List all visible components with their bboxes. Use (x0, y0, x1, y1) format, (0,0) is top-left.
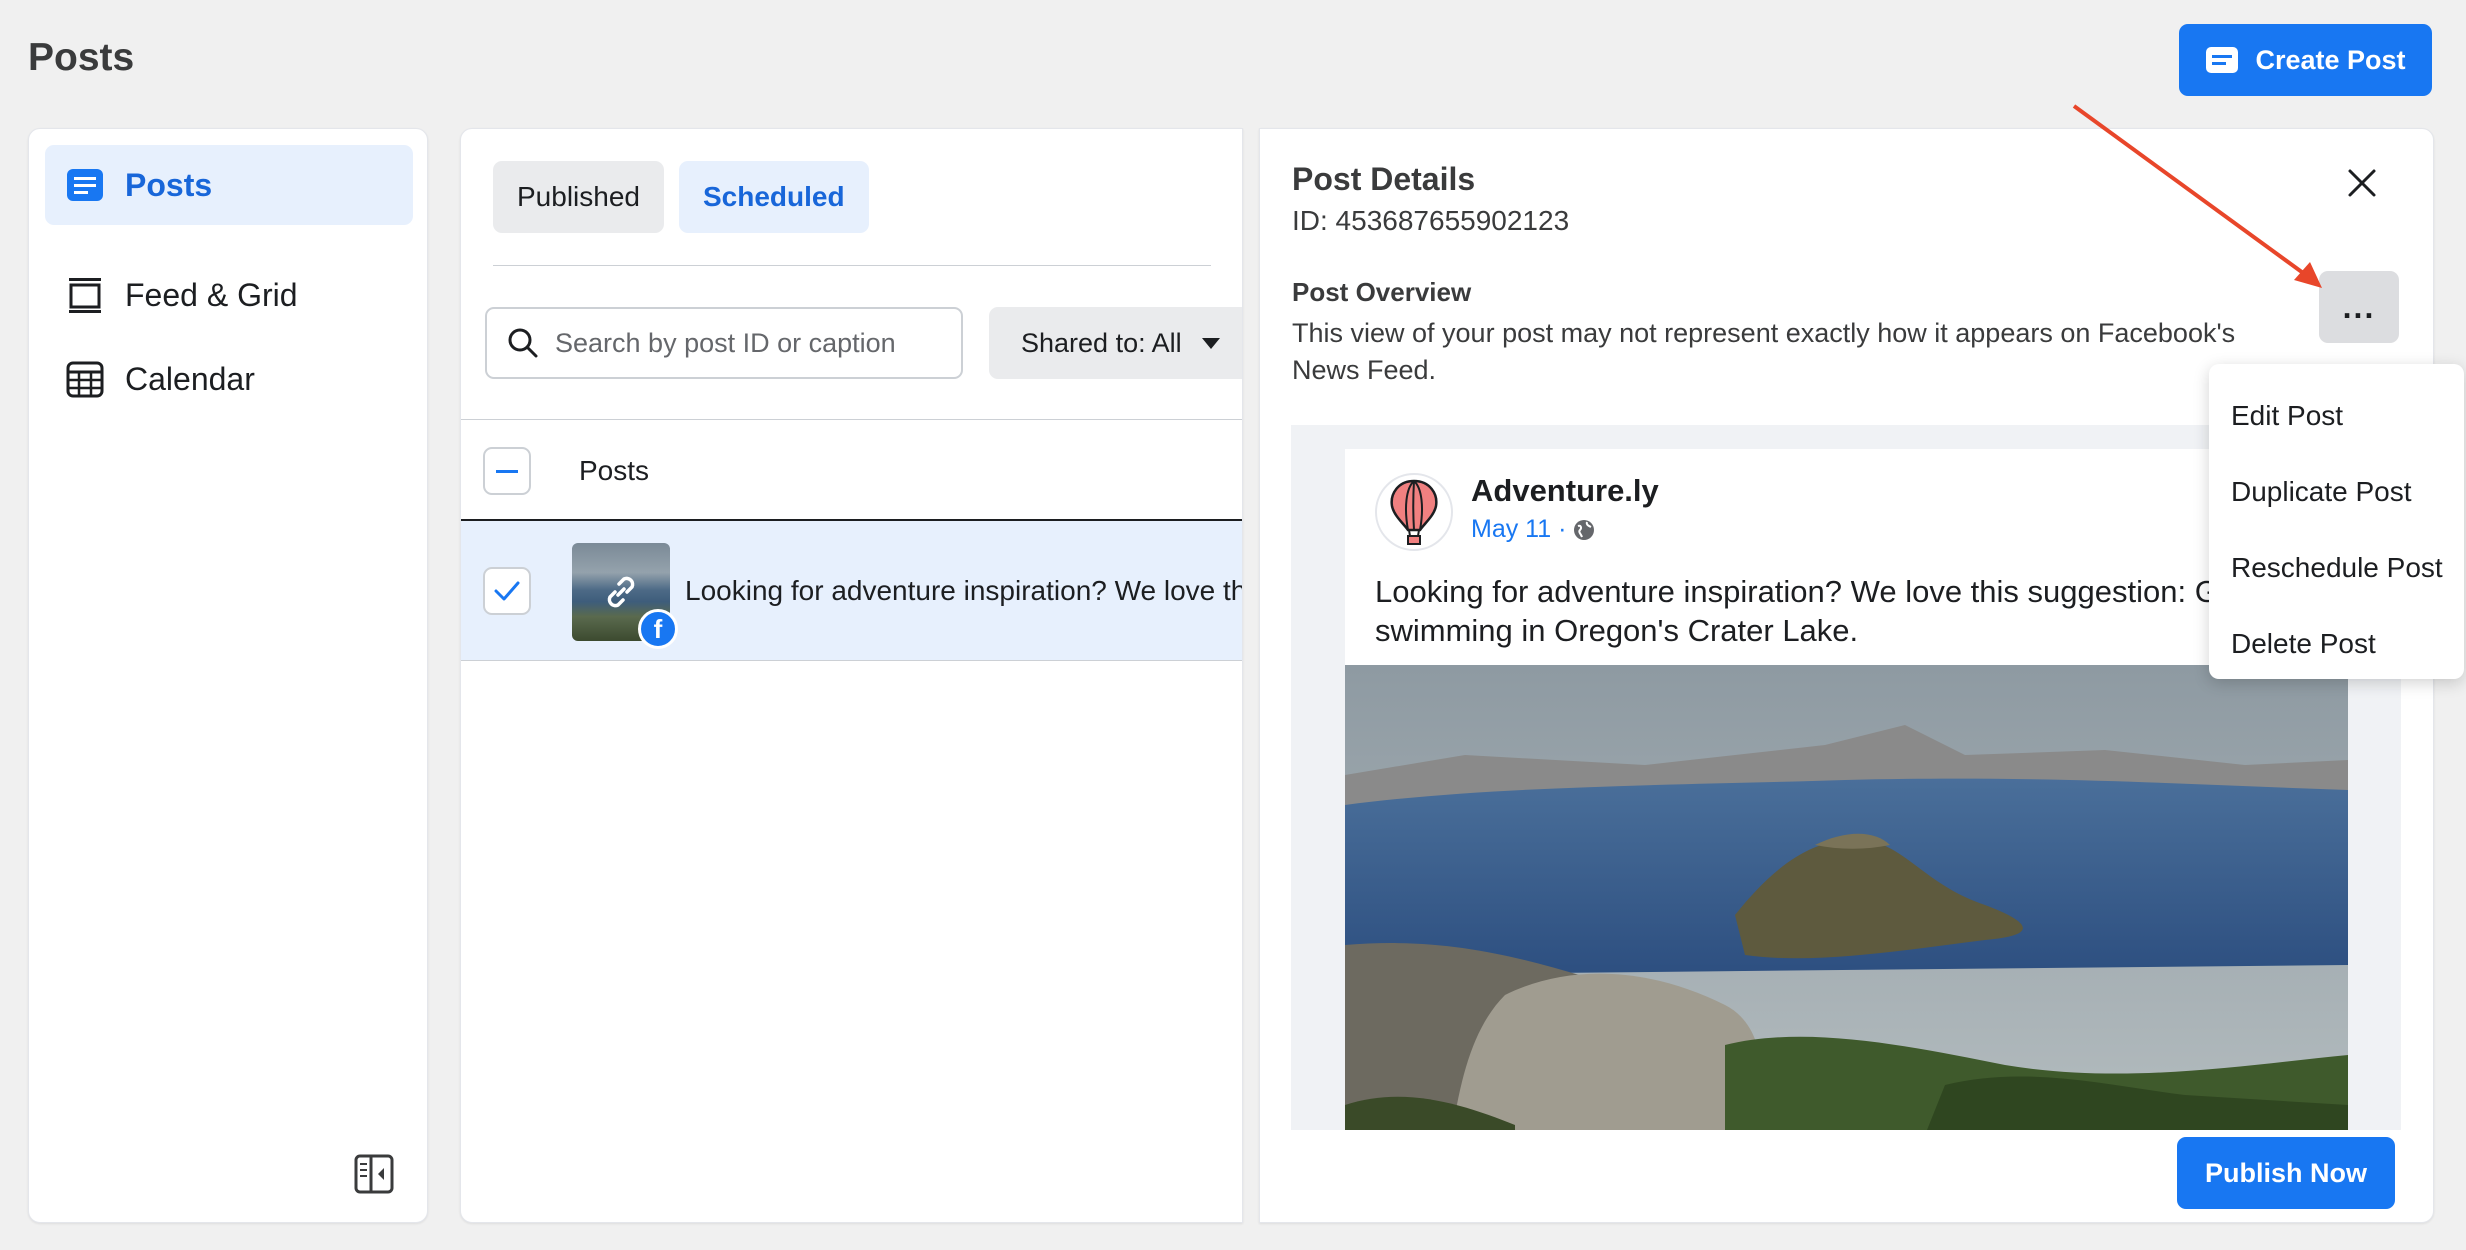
page-title: Posts (28, 36, 135, 79)
avatar (1375, 473, 1453, 551)
menu-item-reschedule-post[interactable]: Reschedule Post (2209, 530, 2464, 606)
post-id: ID: 453687655902123 (1292, 205, 1570, 236)
search-icon (508, 328, 538, 358)
sidebar-item-posts[interactable]: Posts (45, 145, 413, 225)
publish-now-button[interactable]: Publish Now (2177, 1137, 2395, 1209)
overview-title: Post Overview (1292, 277, 1472, 307)
compose-icon (2206, 47, 2239, 73)
row-checkbox[interactable] (483, 567, 531, 615)
table-row[interactable]: f Looking for adventure inspiration? We … (461, 521, 1242, 661)
more-options-menu: Edit Post Duplicate Post Reschedule Post… (2209, 364, 2464, 679)
create-post-button[interactable]: Create Post (2179, 24, 2432, 96)
feed-grid-icon (69, 278, 101, 313)
link-icon (607, 576, 635, 608)
menu-item-duplicate-post[interactable]: Duplicate Post (2209, 454, 2464, 530)
posts-icon (67, 169, 103, 201)
sidebar-item-feed-grid[interactable]: Feed & Grid (45, 255, 413, 335)
select-all-checkbox[interactable] (483, 447, 531, 495)
indeterminate-mark (496, 469, 518, 473)
post-thumbnail: f (572, 543, 678, 649)
posts-list-panel: Published Scheduled Shared to: All Posts (460, 128, 1243, 1223)
search-field[interactable] (485, 307, 963, 379)
collapse-sidebar-icon[interactable] (349, 1149, 399, 1199)
sidebar-item-calendar[interactable]: Calendar (45, 339, 413, 419)
search-input[interactable] (555, 327, 955, 359)
post-text: Looking for adventure inspiration? We lo… (1375, 574, 2237, 648)
sidebar-item-label: Calendar (125, 360, 255, 397)
facebook-icon: f (638, 609, 678, 649)
crater-lake-image (1345, 665, 2348, 1130)
post-date-row: May 11 · (1471, 515, 1596, 544)
tab-scheduled[interactable]: Scheduled (679, 161, 869, 233)
shared-to-filter-label: Shared to: All (1021, 327, 1182, 358)
menu-item-edit-post[interactable]: Edit Post (2209, 378, 2464, 454)
post-preview-card: Adventure.ly May 11 · Looking for advent… (1345, 449, 2348, 1130)
close-icon[interactable] (2340, 161, 2384, 205)
tab-published[interactable]: Published (493, 161, 664, 233)
sidebar: Posts Feed & Grid Calendar (28, 128, 428, 1223)
hot-air-balloon-icon (1390, 479, 1438, 545)
tabs-divider (493, 265, 1211, 266)
shared-to-filter-dropdown[interactable]: Shared to: All (989, 307, 1242, 379)
more-options-button[interactable]: ... (2319, 271, 2399, 343)
post-author: Adventure.ly (1471, 473, 1659, 508)
menu-item-delete-post[interactable]: Delete Post (2209, 606, 2464, 682)
details-title: Post Details (1292, 161, 1476, 197)
globe-icon (1574, 519, 1595, 540)
calendar-icon (66, 361, 104, 398)
divider (461, 419, 1242, 420)
checkmark-icon (494, 581, 520, 601)
create-post-label: Create Post (2255, 44, 2406, 75)
post-date: May 11 · (1471, 515, 1567, 543)
sidebar-item-label: Posts (125, 166, 213, 203)
column-header-posts: Posts (579, 455, 650, 486)
caret-down-icon (1201, 337, 1220, 349)
sidebar-item-label: Feed & Grid (125, 276, 298, 313)
post-caption: Looking for adventure inspiration? We lo… (685, 575, 1242, 606)
overview-text: This view of your post may not represent… (1292, 318, 2236, 386)
